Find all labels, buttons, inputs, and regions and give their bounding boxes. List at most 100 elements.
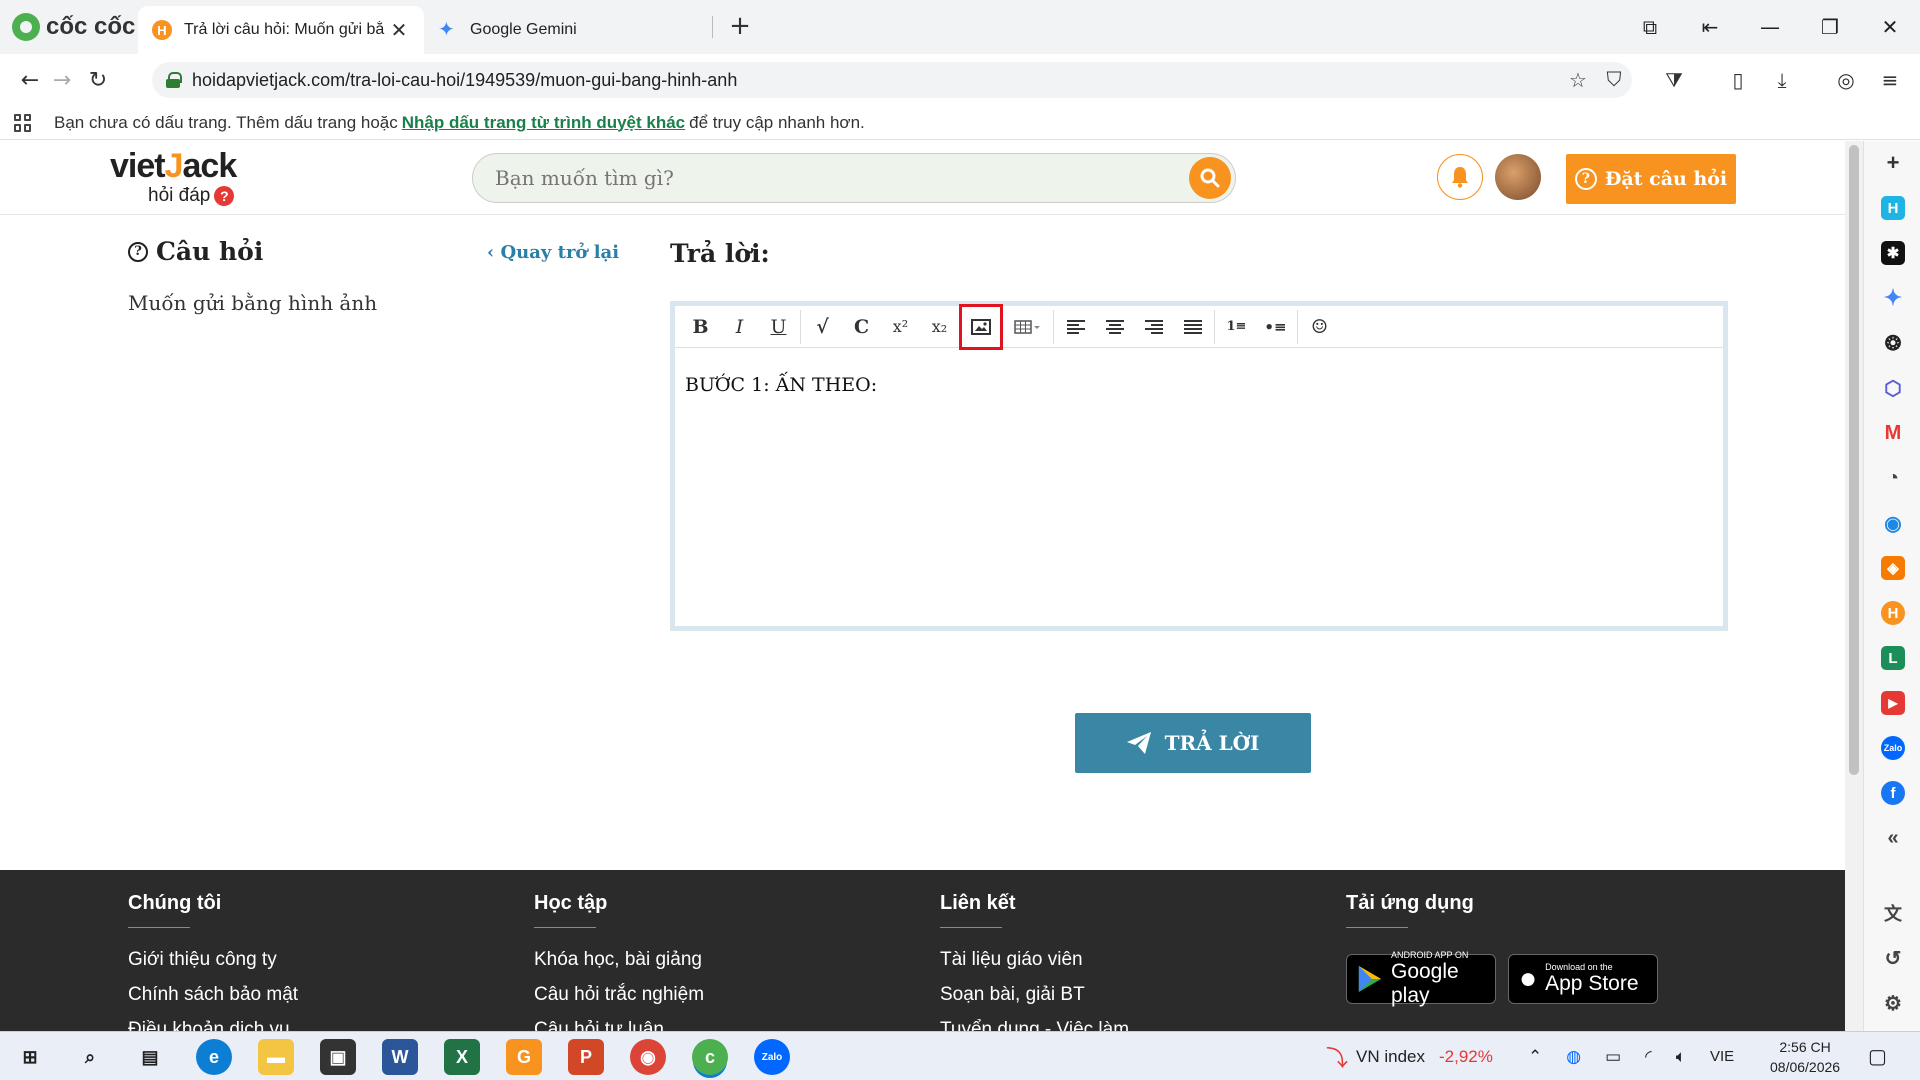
capcut-icon[interactable]: ✱ bbox=[1881, 241, 1905, 265]
chatgpt-icon[interactable]: ❂ bbox=[1881, 331, 1905, 355]
submit-answer-button[interactable]: TRẢ LỜI bbox=[1075, 713, 1311, 773]
import-bookmarks-link[interactable]: Nhập dấu trang từ trình duyệt khác bbox=[402, 113, 685, 133]
notification-center-icon[interactable]: ▢ bbox=[1868, 1032, 1887, 1080]
unordered-list-icon[interactable]: •≡ bbox=[1256, 310, 1295, 344]
footer-link[interactable]: Tài liệu giáo viên bbox=[940, 942, 1129, 977]
language-indicator[interactable]: VIE bbox=[1710, 1048, 1734, 1065]
history-icon[interactable]: ↺ bbox=[1881, 946, 1905, 970]
profile-icon[interactable]: ◎ bbox=[1830, 64, 1862, 96]
table-icon[interactable] bbox=[1003, 310, 1051, 344]
file-explorer-icon[interactable]: ▬ bbox=[258, 1039, 294, 1075]
secure-lock-icon[interactable] bbox=[166, 72, 182, 88]
align-left-icon[interactable] bbox=[1056, 310, 1095, 344]
gmail-icon[interactable]: M bbox=[1881, 421, 1905, 445]
minimize-button[interactable]: — bbox=[1740, 0, 1800, 54]
learning-l-icon[interactable]: L bbox=[1881, 646, 1905, 670]
translate-globe-icon[interactable]: ◉ bbox=[1881, 511, 1905, 535]
add-sidebar-icon[interactable]: + bbox=[1881, 150, 1905, 175]
forward-arrow-icon[interactable]: → bbox=[46, 64, 78, 96]
footer-link[interactable]: Câu hỏi tự luận bbox=[534, 1012, 704, 1031]
address-bar[interactable]: hoidapvietjack.com/tra-loi-cau-hoi/19495… bbox=[152, 62, 1632, 98]
tab-vietjack[interactable]: H Trả lời câu hỏi: Muốn gửi bằ ✕ bbox=[138, 6, 424, 54]
bold-icon[interactable]: B bbox=[681, 310, 720, 344]
superscript-icon[interactable]: x² bbox=[881, 310, 920, 344]
store-icon[interactable]: ▣ bbox=[320, 1039, 356, 1075]
search-icon[interactable]: ⌕ bbox=[72, 1039, 108, 1075]
chemistry-icon[interactable]: C bbox=[842, 310, 881, 344]
underline-icon[interactable]: U bbox=[759, 310, 798, 344]
zalo-tray-icon[interactable]: ◍ bbox=[1566, 1047, 1581, 1067]
avatar[interactable] bbox=[1495, 154, 1541, 200]
download-icon[interactable]: ⤓ bbox=[1766, 64, 1798, 96]
foxit-pdf-icon[interactable]: G bbox=[506, 1039, 542, 1075]
search-input[interactable] bbox=[495, 166, 1189, 190]
extensions-icon[interactable]: ⧩ bbox=[1658, 64, 1690, 96]
vietjack-logo[interactable]: vietJack hỏi đáp ? bbox=[110, 147, 260, 207]
scrollbar-thumb[interactable] bbox=[1849, 145, 1859, 775]
tab-gemini[interactable]: ✦ Google Gemini bbox=[424, 6, 714, 54]
battery-icon[interactable]: ▭ bbox=[1605, 1047, 1621, 1067]
shopping-icon[interactable]: ◈ bbox=[1881, 556, 1905, 580]
chevron-up-icon[interactable]: ⌃ bbox=[1528, 1047, 1542, 1067]
zalo-icon[interactable]: Zalo bbox=[1881, 736, 1905, 760]
italic-icon[interactable]: I bbox=[720, 310, 759, 344]
footer-link[interactable]: Tuyển dụng - Việc làm bbox=[940, 1012, 1129, 1031]
shield-icon[interactable]: ⛉ bbox=[1602, 68, 1626, 92]
emoji-icon[interactable]: ☺ bbox=[1300, 310, 1339, 344]
search-button[interactable] bbox=[1189, 157, 1231, 199]
windows-start-icon[interactable]: ⊞ bbox=[12, 1039, 48, 1075]
formula-icon[interactable]: √ bbox=[803, 310, 842, 344]
powerpoint-icon[interactable]: P bbox=[568, 1039, 604, 1075]
wifi-icon[interactable]: ◜ bbox=[1645, 1047, 1652, 1067]
speaker-icon[interactable]: 🔈︎ bbox=[1676, 1047, 1686, 1067]
ordered-list-icon[interactable]: 1≡ bbox=[1217, 310, 1256, 344]
gear-icon[interactable]: ⚙ bbox=[1881, 991, 1905, 1015]
ask-question-button[interactable]: ? Đặt câu hỏi bbox=[1566, 154, 1736, 204]
split-view-icon[interactable]: ▯ bbox=[1722, 64, 1754, 96]
subscript-icon[interactable]: x₂ bbox=[920, 310, 959, 344]
align-right-icon[interactable] bbox=[1134, 310, 1173, 344]
coccoc-taskbar-icon[interactable]: c bbox=[692, 1039, 728, 1075]
excel-icon[interactable]: X bbox=[444, 1039, 480, 1075]
maximize-button[interactable]: ❐ bbox=[1800, 0, 1860, 54]
new-tab-button[interactable]: + bbox=[724, 10, 756, 42]
footer-link[interactable]: Giới thiệu công ty bbox=[128, 942, 298, 977]
assistant-icon[interactable]: ⬡ bbox=[1881, 376, 1905, 400]
screen-capture-icon[interactable]: ⧉ bbox=[1620, 0, 1680, 54]
google-play-badge[interactable]: ANDROID APP ON Google play bbox=[1346, 950, 1496, 1007]
clock[interactable]: 2:56 CH 08/06/2026 bbox=[1770, 1032, 1840, 1080]
timer-icon[interactable]: ◔ bbox=[1881, 466, 1905, 490]
coccoc-brand[interactable]: cốc cốc bbox=[12, 12, 135, 42]
edge-icon[interactable]: e bbox=[196, 1039, 232, 1075]
footer-link[interactable]: Chính sách bảo mật bbox=[128, 977, 298, 1012]
collapse-chevron-icon[interactable]: « bbox=[1881, 826, 1905, 850]
footer-link[interactable]: Soạn bài, giải BT bbox=[940, 977, 1129, 1012]
zalo-taskbar-icon[interactable]: Zalo bbox=[754, 1039, 790, 1075]
word-icon[interactable]: W bbox=[382, 1039, 418, 1075]
translate-icon[interactable]: 文 bbox=[1881, 901, 1905, 925]
footer-link[interactable]: Câu hỏi trắc nghiệm bbox=[534, 977, 704, 1012]
hoidap-orange-icon[interactable]: H bbox=[1881, 601, 1905, 625]
facebook-icon[interactable]: f bbox=[1881, 781, 1905, 805]
app-store-badge[interactable]: ● Download on the App Store bbox=[1508, 954, 1658, 1004]
stock-widget[interactable]: ⤵ VN index -2,92% bbox=[1326, 1032, 1493, 1080]
apps-grid-icon[interactable] bbox=[14, 113, 32, 132]
gemini-icon[interactable]: ✦ bbox=[1881, 285, 1905, 310]
menu-icon[interactable]: ≡ bbox=[1874, 64, 1906, 96]
reload-icon[interactable]: ↻ bbox=[82, 64, 114, 96]
insert-image-icon[interactable] bbox=[959, 303, 1003, 350]
sidebar-toggle-icon[interactable]: ⇤ bbox=[1680, 0, 1740, 54]
footer-link[interactable]: Khóa học, bài giảng bbox=[534, 942, 704, 977]
chrome-icon[interactable]: ◉ bbox=[630, 1039, 666, 1075]
close-window-button[interactable]: ✕ bbox=[1860, 0, 1920, 54]
back-link[interactable]: ‹ Quay trở lại bbox=[487, 242, 619, 263]
back-arrow-icon[interactable]: ← bbox=[14, 64, 46, 96]
task-view-icon[interactable]: ▤ bbox=[132, 1039, 168, 1075]
youtube-icon[interactable]: ▶ bbox=[1881, 691, 1905, 715]
editor-content[interactable]: BƯỚC 1: ẤN THEO: bbox=[675, 348, 1723, 422]
align-center-icon[interactable] bbox=[1095, 310, 1134, 344]
justify-icon[interactable] bbox=[1173, 310, 1212, 344]
hoidap-app-icon[interactable]: H bbox=[1881, 196, 1905, 220]
footer-link[interactable]: Điều khoản dịch vụ bbox=[128, 1012, 298, 1031]
bookmark-star-icon[interactable]: ☆ bbox=[1566, 68, 1590, 92]
